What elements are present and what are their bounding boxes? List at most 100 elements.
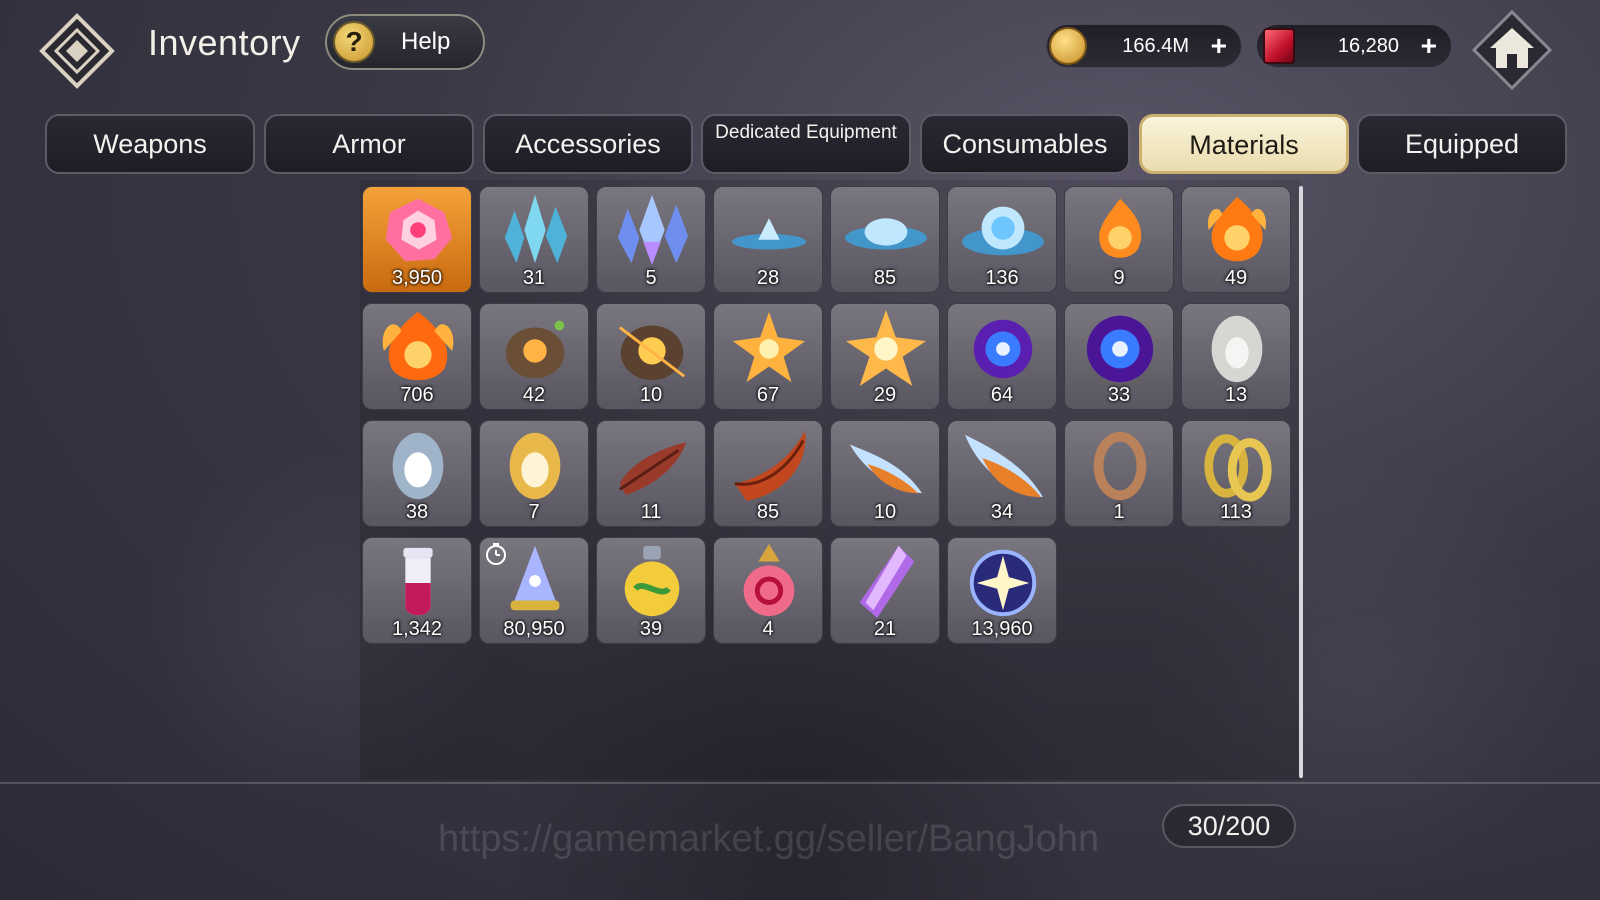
tab-dedicated-equipment[interactable]: Dedicated Equipment bbox=[701, 114, 911, 174]
home-button[interactable] bbox=[1471, 9, 1553, 91]
item-quantity: 1,342 bbox=[391, 618, 443, 640]
fire-wing-icon bbox=[849, 444, 923, 494]
tab-label: Equipped bbox=[1404, 129, 1520, 159]
purple-crystal-shard-icon bbox=[859, 545, 915, 619]
inventory-slot[interactable]: 21 bbox=[830, 537, 940, 644]
gem-amount: 16,280 bbox=[1337, 35, 1399, 57]
item-quantity: 11 bbox=[640, 501, 662, 523]
large-dark-vortex-icon bbox=[1086, 315, 1154, 383]
dark-vortex-icon bbox=[973, 319, 1033, 379]
item-quantity: 49 bbox=[1224, 267, 1248, 289]
inventory-capacity: 30/200 bbox=[1162, 804, 1296, 848]
inventory-slot[interactable]: 10 bbox=[596, 303, 706, 410]
small-water-droplet-icon bbox=[731, 218, 807, 250]
gold-amount: 166.4M bbox=[1122, 35, 1189, 57]
inventory-slot[interactable]: 29 bbox=[830, 303, 940, 410]
starlight-orb-icon bbox=[969, 549, 1037, 617]
item-quantity: 706 bbox=[400, 384, 434, 406]
item-quantity: 85 bbox=[756, 501, 780, 523]
tab-armor[interactable]: Armor bbox=[264, 114, 474, 174]
inventory-slot[interactable]: 13,960 bbox=[947, 537, 1057, 644]
back-button[interactable] bbox=[36, 10, 118, 92]
inventory-slot[interactable]: 49 bbox=[1181, 186, 1291, 293]
item-quantity: 42 bbox=[522, 384, 546, 406]
inventory-slot[interactable]: 28 bbox=[713, 186, 823, 293]
small-fire-essence-icon bbox=[1099, 198, 1142, 258]
tab-equipped[interactable]: Equipped bbox=[1357, 114, 1567, 174]
help-button[interactable]: ? Help bbox=[325, 14, 485, 70]
green-potion-flask-icon bbox=[624, 545, 680, 617]
red-potion-vial-icon bbox=[403, 547, 433, 616]
radiant-star-icon bbox=[846, 309, 926, 386]
back-arrow-icon bbox=[39, 13, 115, 89]
tab-consumables[interactable]: Consumables bbox=[920, 114, 1130, 174]
add-gems-plus-icon[interactable]: + bbox=[1421, 31, 1437, 61]
inventory-slot[interactable]: 1 bbox=[1064, 420, 1174, 527]
inventory-slot[interactable]: 706 bbox=[362, 303, 472, 410]
add-gold-plus-icon[interactable]: + bbox=[1211, 31, 1227, 61]
inventory-slot[interactable]: 39 bbox=[596, 537, 706, 644]
light-star-icon bbox=[732, 311, 806, 383]
inventory-slot[interactable]: 1,342 bbox=[362, 537, 472, 644]
inventory-scrollbar[interactable] bbox=[1299, 186, 1303, 778]
inventory-slot[interactable]: 80,950 bbox=[479, 537, 589, 644]
rainbow-rose-crystal-icon bbox=[385, 198, 453, 262]
white-egg-icon bbox=[392, 432, 444, 500]
inventory-slot[interactable]: 33 bbox=[1064, 303, 1174, 410]
bronze-ring-icon bbox=[1093, 431, 1147, 501]
inventory-slot[interactable]: 4 bbox=[713, 537, 823, 644]
inventory-slot[interactable]: 13 bbox=[1181, 303, 1291, 410]
inventory-slot[interactable]: 31 bbox=[479, 186, 589, 293]
large-water-orb-icon bbox=[962, 206, 1044, 256]
large-fire-essence-icon bbox=[382, 311, 454, 381]
item-quantity: 10 bbox=[873, 501, 897, 523]
tab-label: Materials bbox=[1189, 130, 1299, 160]
tab-accessories[interactable]: Accessories bbox=[483, 114, 693, 174]
item-quantity: 85 bbox=[873, 267, 897, 289]
inventory-slot[interactable]: 10 bbox=[830, 420, 940, 527]
item-quantity: 113 bbox=[1220, 501, 1252, 523]
home-icon bbox=[1471, 9, 1553, 91]
inventory-slot[interactable]: 34 bbox=[947, 420, 1057, 527]
item-quantity: 21 bbox=[873, 618, 897, 640]
item-quantity: 7 bbox=[528, 501, 540, 523]
tab-label: Consumables bbox=[942, 129, 1108, 159]
item-quantity: 5 bbox=[645, 267, 657, 289]
timer-icon bbox=[486, 543, 506, 565]
inventory-slot[interactable]: 85 bbox=[713, 420, 823, 527]
inventory-slot[interactable]: 5 bbox=[596, 186, 706, 293]
teal-crystal-cluster-icon bbox=[504, 194, 568, 264]
item-quantity: 136 bbox=[985, 267, 1019, 289]
inventory-slot[interactable]: 3,950 bbox=[362, 186, 472, 293]
watermark: https://gamemarket.gg/seller/BangJohn bbox=[438, 818, 1100, 860]
item-quantity: 28 bbox=[756, 267, 780, 289]
item-quantity: 34 bbox=[990, 501, 1014, 523]
medium-water-orb-icon bbox=[845, 218, 927, 250]
inventory-slot[interactable]: 64 bbox=[947, 303, 1057, 410]
inventory-slot[interactable]: 9 bbox=[1064, 186, 1174, 293]
inventory-slot[interactable]: 67 bbox=[713, 303, 823, 410]
item-quantity: 39 bbox=[639, 618, 663, 640]
tab-weapons[interactable]: Weapons bbox=[45, 114, 255, 174]
item-quantity: 13,960 bbox=[971, 618, 1033, 640]
medium-fire-essence-icon bbox=[1208, 196, 1266, 262]
tab-materials[interactable]: Materials bbox=[1139, 114, 1349, 174]
inventory-slot[interactable]: 38 bbox=[362, 420, 472, 527]
item-quantity: 13 bbox=[1224, 384, 1248, 406]
inventory-slot[interactable]: 7 bbox=[479, 420, 589, 527]
question-icon: ? bbox=[333, 21, 375, 63]
item-quantity: 64 bbox=[990, 384, 1014, 406]
glowing-earth-ore-icon bbox=[618, 325, 686, 381]
inventory-slot[interactable]: 42 bbox=[479, 303, 589, 410]
item-quantity: 38 bbox=[405, 501, 429, 523]
inventory-slot[interactable]: 136 bbox=[947, 186, 1057, 293]
silver-egg-icon bbox=[1211, 315, 1263, 383]
inventory-slot[interactable]: 113 bbox=[1181, 420, 1291, 527]
tab-label: Dedicated Equipment bbox=[715, 122, 897, 143]
inventory-slot[interactable]: 11 bbox=[596, 420, 706, 527]
earth-ore-icon bbox=[505, 320, 565, 379]
help-label: Help bbox=[401, 28, 451, 55]
inventory-slot[interactable]: 85 bbox=[830, 186, 940, 293]
item-quantity: 4 bbox=[762, 618, 774, 640]
item-quantity: 3,950 bbox=[391, 267, 443, 289]
